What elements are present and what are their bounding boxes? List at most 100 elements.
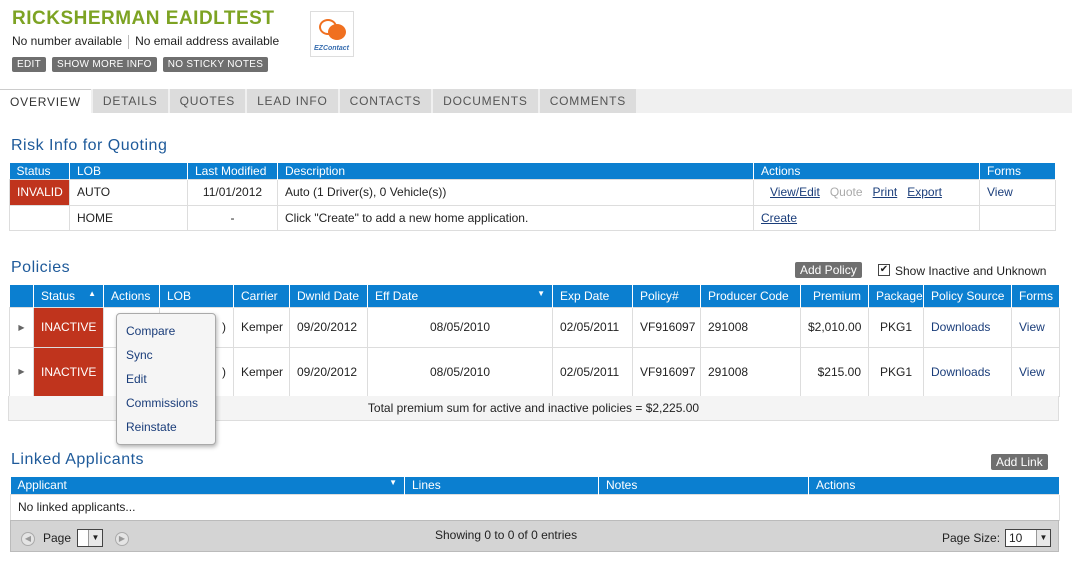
tab-lead-info[interactable]: LEAD INFO <box>247 89 338 113</box>
menu-item-commissions[interactable]: Commissions <box>117 394 215 418</box>
quote-link: Quote <box>829 185 863 199</box>
show-inactive-checkbox[interactable]: ✔ <box>878 264 890 276</box>
print-link[interactable]: Print <box>873 185 898 199</box>
view-forms-link[interactable]: View <box>987 185 1013 199</box>
col-package[interactable]: Package <box>868 285 924 307</box>
col-actions: Actions <box>808 477 1060 494</box>
col-status[interactable]: Status <box>9 163 70 179</box>
page-size-value: 10 <box>1009 531 1023 545</box>
client-header: RICKSHERMAN EAIDLTEST No number availabl… <box>12 8 279 72</box>
col-notes[interactable]: Notes <box>598 477 809 494</box>
sort-down-icon: ▼ <box>537 288 545 298</box>
col-lob[interactable]: LOB <box>69 163 188 179</box>
policy-source-cell: Downloads <box>923 306 1012 348</box>
col-status[interactable]: Status ▲ <box>33 285 104 307</box>
page-size-label: Page Size: <box>942 531 1001 545</box>
premium-cell: $215.00 <box>800 346 869 397</box>
show-inactive-label: Show Inactive and Unknown <box>895 264 1047 278</box>
col-carrier[interactable]: Carrier <box>233 285 290 307</box>
view-forms-link[interactable]: View <box>1019 320 1045 334</box>
downloads-link[interactable]: Downloads <box>931 320 990 334</box>
policy-number-cell: VF916097 <box>632 346 701 397</box>
col-lines[interactable]: Lines <box>404 477 599 494</box>
expand-row-icon[interactable]: ▶ <box>9 306 34 348</box>
chevron-down-icon: ▼ <box>1036 530 1050 546</box>
col-applicant[interactable]: Applicant ▼ <box>10 477 405 494</box>
col-last-modified[interactable]: Last Modified <box>187 163 278 179</box>
carrier-cell: Kemper <box>233 306 290 348</box>
description-cell: Click "Create" to add a new home applica… <box>277 204 754 231</box>
tab-quotes[interactable]: QUOTES <box>169 89 246 113</box>
expand-row-icon[interactable]: ▶ <box>9 346 34 397</box>
col-policy-number[interactable]: Policy# <box>632 285 701 307</box>
view-edit-link[interactable]: View/Edit <box>770 185 820 199</box>
sort-up-icon: ▲ <box>88 288 96 298</box>
tab-bar: OVERVIEW DETAILS QUOTES LEAD INFO CONTAC… <box>0 89 1072 113</box>
policies-title: Policies <box>11 259 71 276</box>
col-description[interactable]: Description <box>277 163 754 179</box>
col-actions: Actions <box>753 163 980 179</box>
tab-overview[interactable]: OVERVIEW <box>0 89 91 113</box>
col-forms: Forms <box>1011 285 1060 307</box>
show-more-info-button[interactable]: SHOW MORE INFO <box>51 56 157 72</box>
next-page-icon[interactable]: ▶ <box>115 532 129 546</box>
col-applicant-label: Applicant <box>17 478 67 493</box>
sticky-notes-button[interactable]: NO STICKY NOTES <box>162 56 269 72</box>
tab-comments[interactable]: COMMENTS <box>539 89 637 113</box>
actions-cell: View/Edit Quote Print Export <box>753 178 980 206</box>
pagination-bar: ◀ Page ▼ ▶ Showing 0 to 0 of 0 entries P… <box>10 520 1059 552</box>
linked-applicants-table: Applicant ▼ Lines Notes Actions No linked… <box>10 477 1060 521</box>
edit-button[interactable]: EDIT <box>12 56 46 72</box>
forms-cell: View <box>1011 306 1060 348</box>
status-badge: INVALID <box>9 178 70 206</box>
add-link-button[interactable]: Add Link <box>991 454 1048 470</box>
menu-item-sync[interactable]: Sync <box>117 346 215 370</box>
col-expander <box>9 285 34 307</box>
status-badge: INACTIVE <box>33 346 104 397</box>
page-select[interactable]: ▼ <box>77 529 103 547</box>
menu-item-reinstate[interactable]: Reinstate <box>117 418 215 442</box>
risk-info-table: Status LOB Last Modified Description Act… <box>9 163 1056 231</box>
col-lob[interactable]: LOB <box>159 285 234 307</box>
modified-cell: 11/01/2012 <box>187 178 278 206</box>
col-status-label: Status <box>41 288 76 303</box>
add-policy-button[interactable]: Add Policy <box>795 262 862 278</box>
ezcontact-logo[interactable]: EZContact <box>310 11 354 57</box>
view-forms-link[interactable]: View <box>1019 365 1045 379</box>
lob-cell: AUTO <box>69 178 188 206</box>
tab-contacts[interactable]: CONTACTS <box>339 89 432 113</box>
modified-cell: - <box>187 204 278 231</box>
dwnld-date-cell: 09/20/2012 <box>289 346 368 397</box>
producer-code-cell: 291008 <box>700 306 801 348</box>
page-size-select[interactable]: 10 ▼ <box>1005 529 1051 547</box>
col-exp-date[interactable]: Exp Date <box>552 285 633 307</box>
tab-documents[interactable]: DOCUMENTS <box>433 89 538 113</box>
col-eff-date[interactable]: Eff Date ▼ <box>367 285 553 307</box>
col-policy-source[interactable]: Policy Source <box>923 285 1012 307</box>
producer-code-cell: 291008 <box>700 346 801 397</box>
dwnld-date-cell: 09/20/2012 <box>289 306 368 348</box>
policy-actions-menu: Compare Sync Edit Commissions Reinstate <box>116 313 216 445</box>
col-eff-date-label: Eff Date <box>375 288 419 303</box>
divider <box>128 34 130 49</box>
phone-text: No number available <box>12 34 123 48</box>
prev-page-icon[interactable]: ◀ <box>21 532 35 546</box>
lob-cell: HOME <box>69 204 188 231</box>
export-link[interactable]: Export <box>907 185 942 199</box>
col-producer-code[interactable]: Producer Code <box>700 285 801 307</box>
linked-applicants-title: Linked Applicants <box>11 451 145 468</box>
menu-item-edit[interactable]: Edit <box>117 370 215 394</box>
col-dwnld-date[interactable]: Dwnld Date <box>289 285 368 307</box>
menu-item-compare[interactable]: Compare <box>117 322 215 346</box>
table-row: INVALID AUTO 11/01/2012 Auto (1 Driver(s… <box>9 178 1056 206</box>
tab-details[interactable]: DETAILS <box>92 89 168 113</box>
create-link[interactable]: Create <box>761 211 797 225</box>
exp-date-cell: 02/05/2011 <box>552 346 633 397</box>
sort-down-icon: ▼ <box>389 478 397 488</box>
col-premium[interactable]: Premium <box>800 285 869 307</box>
carrier-cell: Kemper <box>233 346 290 397</box>
page-label: Page <box>43 531 72 545</box>
premium-cell: $2,010.00 <box>800 306 869 348</box>
col-forms: Forms <box>979 163 1056 179</box>
downloads-link[interactable]: Downloads <box>931 365 990 379</box>
